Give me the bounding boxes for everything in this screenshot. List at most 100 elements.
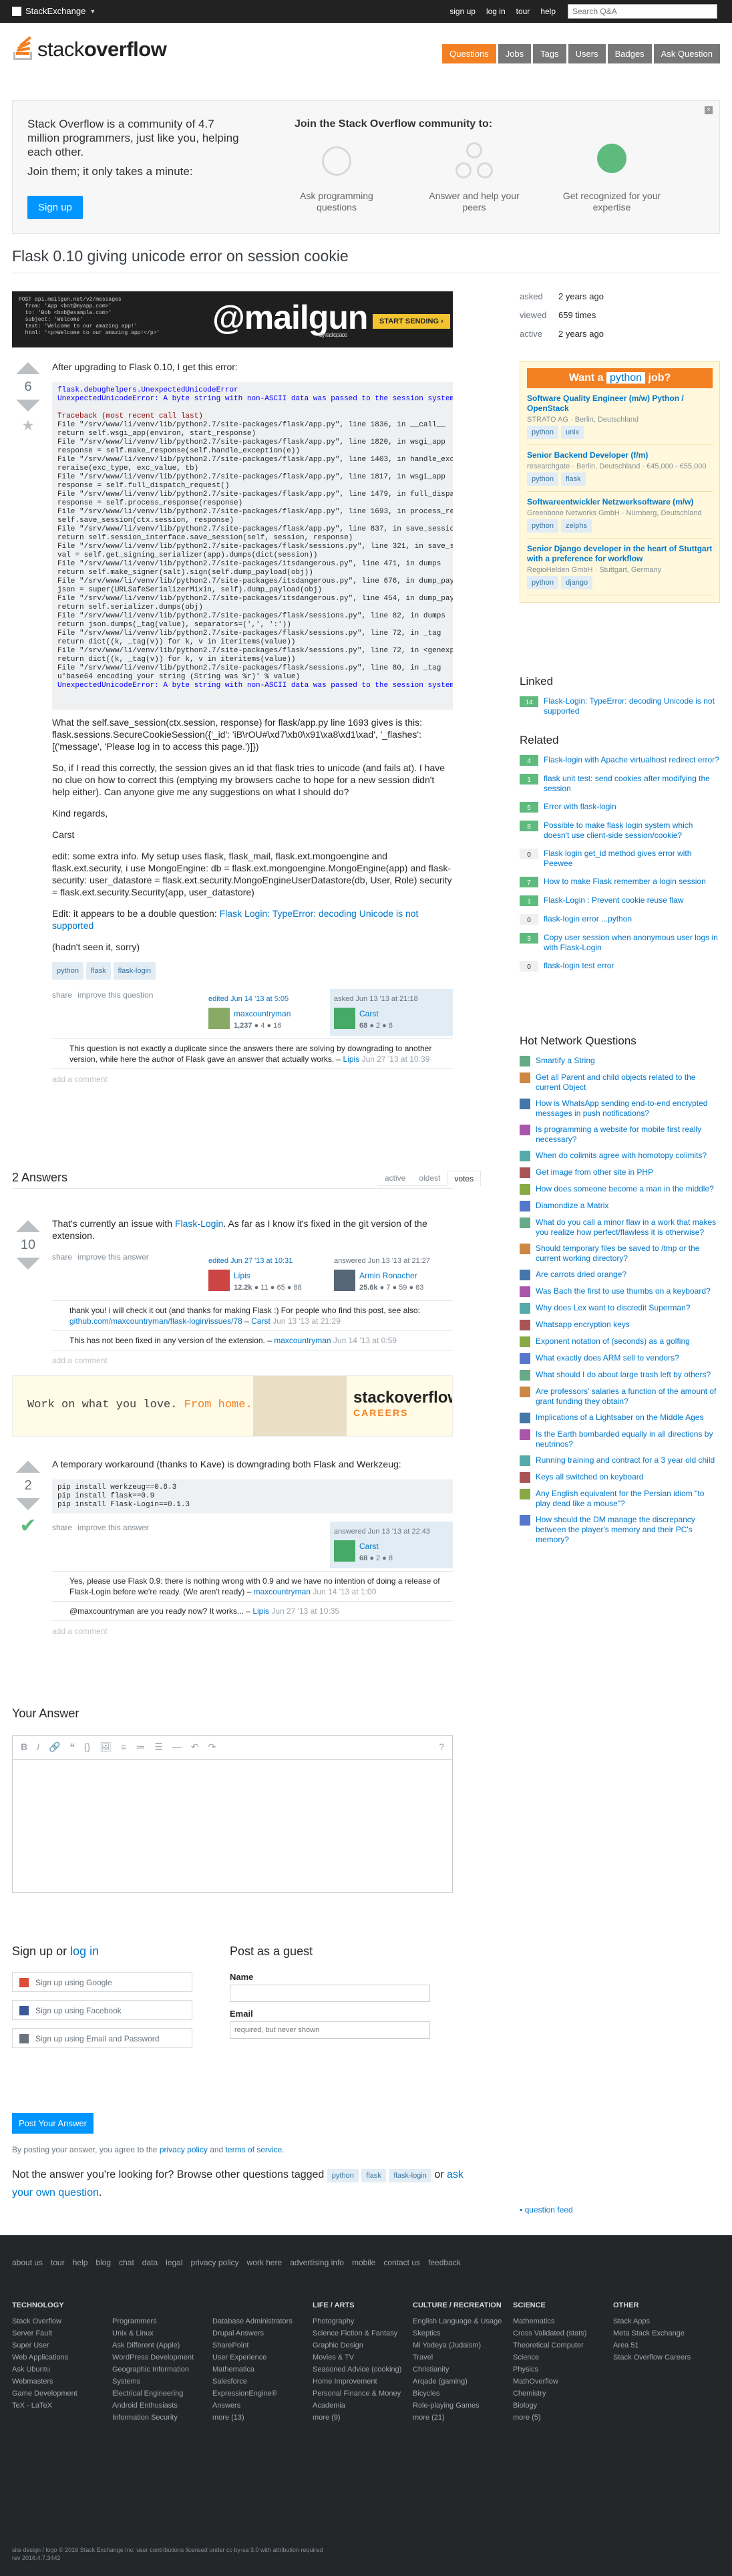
nav-tags[interactable]: Tags bbox=[533, 44, 566, 63]
tag-flask[interactable]: flask bbox=[86, 962, 111, 980]
footer-link[interactable]: legal bbox=[166, 2258, 182, 2267]
share-link[interactable]: share bbox=[52, 1522, 72, 1534]
hot-question-link[interactable]: How is WhatsApp sending end-to-end encry… bbox=[536, 1099, 720, 1119]
related-link[interactable]: Error with flask-login bbox=[544, 802, 616, 813]
email-signup-button[interactable]: Sign up using Email and Password bbox=[12, 2028, 192, 2048]
hot-question-link[interactable]: Running training and contract for a 3 ye… bbox=[536, 1455, 715, 1466]
footer-site-link[interactable]: Electrical Engineering bbox=[112, 2388, 206, 2400]
related-item[interactable]: 0 Flask login get_id method gives error w… bbox=[520, 849, 720, 869]
nav-questions[interactable]: Questions bbox=[442, 44, 496, 63]
help-button[interactable]: ? bbox=[439, 1741, 444, 1754]
hot-question-link[interactable]: What exactly does ARM sell to vendors? bbox=[536, 1353, 679, 1364]
job-tag[interactable]: flask bbox=[561, 472, 586, 486]
footer-site-link[interactable]: Skeptics bbox=[413, 2327, 506, 2339]
add-comment-link[interactable]: add a comment bbox=[52, 1354, 453, 1367]
job-listing[interactable]: Softwareentwickler Netzwerksoftware (m/w… bbox=[527, 492, 713, 539]
related-item[interactable]: 4 Flask-login with Apache virtualhost red… bbox=[520, 755, 720, 766]
related-link[interactable]: flask unit test: send cookies after modi… bbox=[544, 774, 720, 794]
related-item[interactable]: 8 Possible to make flask login system whi… bbox=[520, 821, 720, 841]
footer-site-link[interactable]: Physics bbox=[513, 2364, 606, 2376]
hot-question-item[interactable]: How does someone become a man in the mid… bbox=[520, 1184, 720, 1195]
post-answer-button[interactable]: Post Your Answer bbox=[12, 2113, 94, 2134]
avatar[interactable] bbox=[208, 1270, 230, 1291]
stackexchange-menu[interactable]: StackExchange ▼ bbox=[12, 6, 96, 16]
tag-flask-login[interactable]: flask-login bbox=[113, 962, 156, 980]
privacy-policy-link[interactable]: privacy policy bbox=[160, 2145, 208, 2154]
hot-question-link[interactable]: When do colimits agree with homotopy col… bbox=[536, 1151, 707, 1161]
hot-question-link[interactable]: Whatsapp encryption keys bbox=[536, 1320, 630, 1330]
footer-site-link[interactable]: Stack Overflow Careers bbox=[613, 2351, 707, 2364]
hot-question-item[interactable]: Diamondize a Matrix bbox=[520, 1201, 720, 1211]
footer-site-link[interactable]: User Experience bbox=[212, 2351, 306, 2364]
related-item[interactable]: 1 flask unit test: send cookies after mod… bbox=[520, 774, 720, 794]
help-menu[interactable]: help bbox=[540, 7, 556, 16]
related-link[interactable]: Flask-login with Apache virtualhost redi… bbox=[544, 755, 719, 766]
facebook-signup-button[interactable]: Sign up using Facebook bbox=[12, 2000, 192, 2020]
related-item[interactable]: 0 flask-login error ...python bbox=[520, 914, 720, 925]
hot-question-item[interactable]: Get all Parent and child objects related… bbox=[520, 1072, 720, 1093]
editor-name[interactable]: Lipis bbox=[234, 1270, 302, 1282]
job-listing[interactable]: Senior Backend Developer (f/m) researchga… bbox=[527, 445, 713, 492]
hot-question-item[interactable]: Get image from other site in PHP bbox=[520, 1167, 720, 1178]
footer-site-link[interactable]: TeX - LaTeX bbox=[12, 2400, 106, 2412]
hot-question-link[interactable]: Was Bach the first to use thumbs on a ke… bbox=[536, 1286, 711, 1297]
job-tag[interactable]: django bbox=[561, 576, 593, 589]
edited-date[interactable]: edited Jun 14 '13 at 5:05 bbox=[208, 995, 289, 1003]
hot-question-item[interactable]: Whatsapp encryption keys bbox=[520, 1320, 720, 1330]
footer-link[interactable]: about us bbox=[12, 2258, 43, 2267]
footer-site-link[interactable]: Photography bbox=[313, 2315, 406, 2327]
asker-name[interactable]: Carst bbox=[359, 1008, 393, 1020]
jobs-header[interactable]: Want a python job? bbox=[527, 368, 713, 388]
add-comment-link[interactable]: add a comment bbox=[52, 1073, 453, 1085]
hot-question-link[interactable]: Why does Lex want to discredit Superman? bbox=[536, 1303, 690, 1314]
avatar[interactable] bbox=[334, 1008, 355, 1029]
footer-site-link[interactable]: Database Administrators bbox=[212, 2315, 306, 2327]
related-link[interactable]: flask-login test error bbox=[544, 961, 614, 972]
close-icon[interactable]: × bbox=[705, 106, 713, 114]
heading-button[interactable]: ☰ bbox=[154, 1741, 163, 1754]
upvote-icon[interactable] bbox=[16, 1461, 40, 1473]
related-item[interactable]: 1 Flask-Login : Prevent cookie reuse flaw bbox=[520, 895, 720, 906]
footer-link[interactable]: contact us bbox=[383, 2258, 420, 2267]
footer-site-link[interactable]: Personal Finance & Money bbox=[313, 2388, 406, 2400]
related-item[interactable]: 5 Error with flask-login bbox=[520, 802, 720, 813]
hot-question-item[interactable]: Is the Earth bombarded equally in all di… bbox=[520, 1429, 720, 1449]
tab-votes[interactable]: votes bbox=[447, 1171, 482, 1186]
hot-question-link[interactable]: Implications of a Lightsaber on the Midd… bbox=[536, 1413, 703, 1423]
hr-button[interactable]: — bbox=[172, 1741, 182, 1754]
footer-site-link[interactable]: Mi Yodeya (Judaism) bbox=[413, 2339, 506, 2351]
hot-question-link[interactable]: Keys all switched on keyboard bbox=[536, 1472, 643, 1483]
job-title[interactable]: Senior Django developer in the heart of … bbox=[527, 544, 713, 564]
footer-site-link[interactable]: more (5) bbox=[513, 2412, 606, 2424]
unordered-list-button[interactable]: ≔ bbox=[136, 1741, 145, 1754]
footer-link[interactable]: work here bbox=[247, 2258, 283, 2267]
terms-link[interactable]: terms of service bbox=[226, 2145, 283, 2154]
edited-date[interactable]: edited Jun 27 '13 at 10:31 bbox=[208, 1257, 293, 1265]
tab-active[interactable]: active bbox=[378, 1171, 413, 1186]
footer-site-link[interactable]: Science Fiction & Fantasy bbox=[313, 2327, 406, 2339]
hot-question-link[interactable]: What should I do about large trash left … bbox=[536, 1370, 711, 1381]
hot-question-item[interactable]: Keys all switched on keyboard bbox=[520, 1472, 720, 1483]
footer-site-link[interactable]: Area 51 bbox=[613, 2339, 707, 2351]
hot-question-item[interactable]: Are carrots dried orange? bbox=[520, 1270, 720, 1280]
footer-site-link[interactable]: Geographic Information Systems bbox=[112, 2364, 206, 2388]
hot-question-item[interactable]: When do colimits agree with homotopy col… bbox=[520, 1151, 720, 1161]
footer-site-link[interactable]: SharePoint bbox=[212, 2339, 306, 2351]
question-feed-link[interactable]: ▪ question feed bbox=[520, 2205, 573, 2214]
hot-question-item[interactable]: Any English equivalent for the Persian i… bbox=[520, 1489, 720, 1509]
hot-question-link[interactable]: Exponent notation of (seconds) as a golf… bbox=[536, 1336, 690, 1347]
hot-question-link[interactable]: Get image from other site in PHP bbox=[536, 1167, 653, 1178]
footer-site-link[interactable]: Programmers bbox=[112, 2315, 206, 2327]
avatar[interactable] bbox=[208, 1008, 230, 1029]
avatar[interactable] bbox=[334, 1270, 355, 1291]
hot-question-link[interactable]: Smartify a String bbox=[536, 1056, 595, 1066]
code-button[interactable]: {} bbox=[84, 1741, 90, 1754]
login-link[interactable]: log in bbox=[70, 1945, 99, 1958]
footer-site-link[interactable]: ExpressionEngine® Answers bbox=[212, 2388, 306, 2412]
editor-name[interactable]: maxcountryman bbox=[234, 1008, 291, 1020]
job-title[interactable]: Softwareentwickler Netzwerksoftware (m/w… bbox=[527, 497, 713, 507]
downvote-icon[interactable] bbox=[16, 400, 40, 412]
footer-site-link[interactable]: Home Improvement bbox=[313, 2376, 406, 2388]
job-tag[interactable]: python bbox=[527, 576, 559, 589]
hot-question-item[interactable]: Was Bach the first to use thumbs on a ke… bbox=[520, 1286, 720, 1297]
